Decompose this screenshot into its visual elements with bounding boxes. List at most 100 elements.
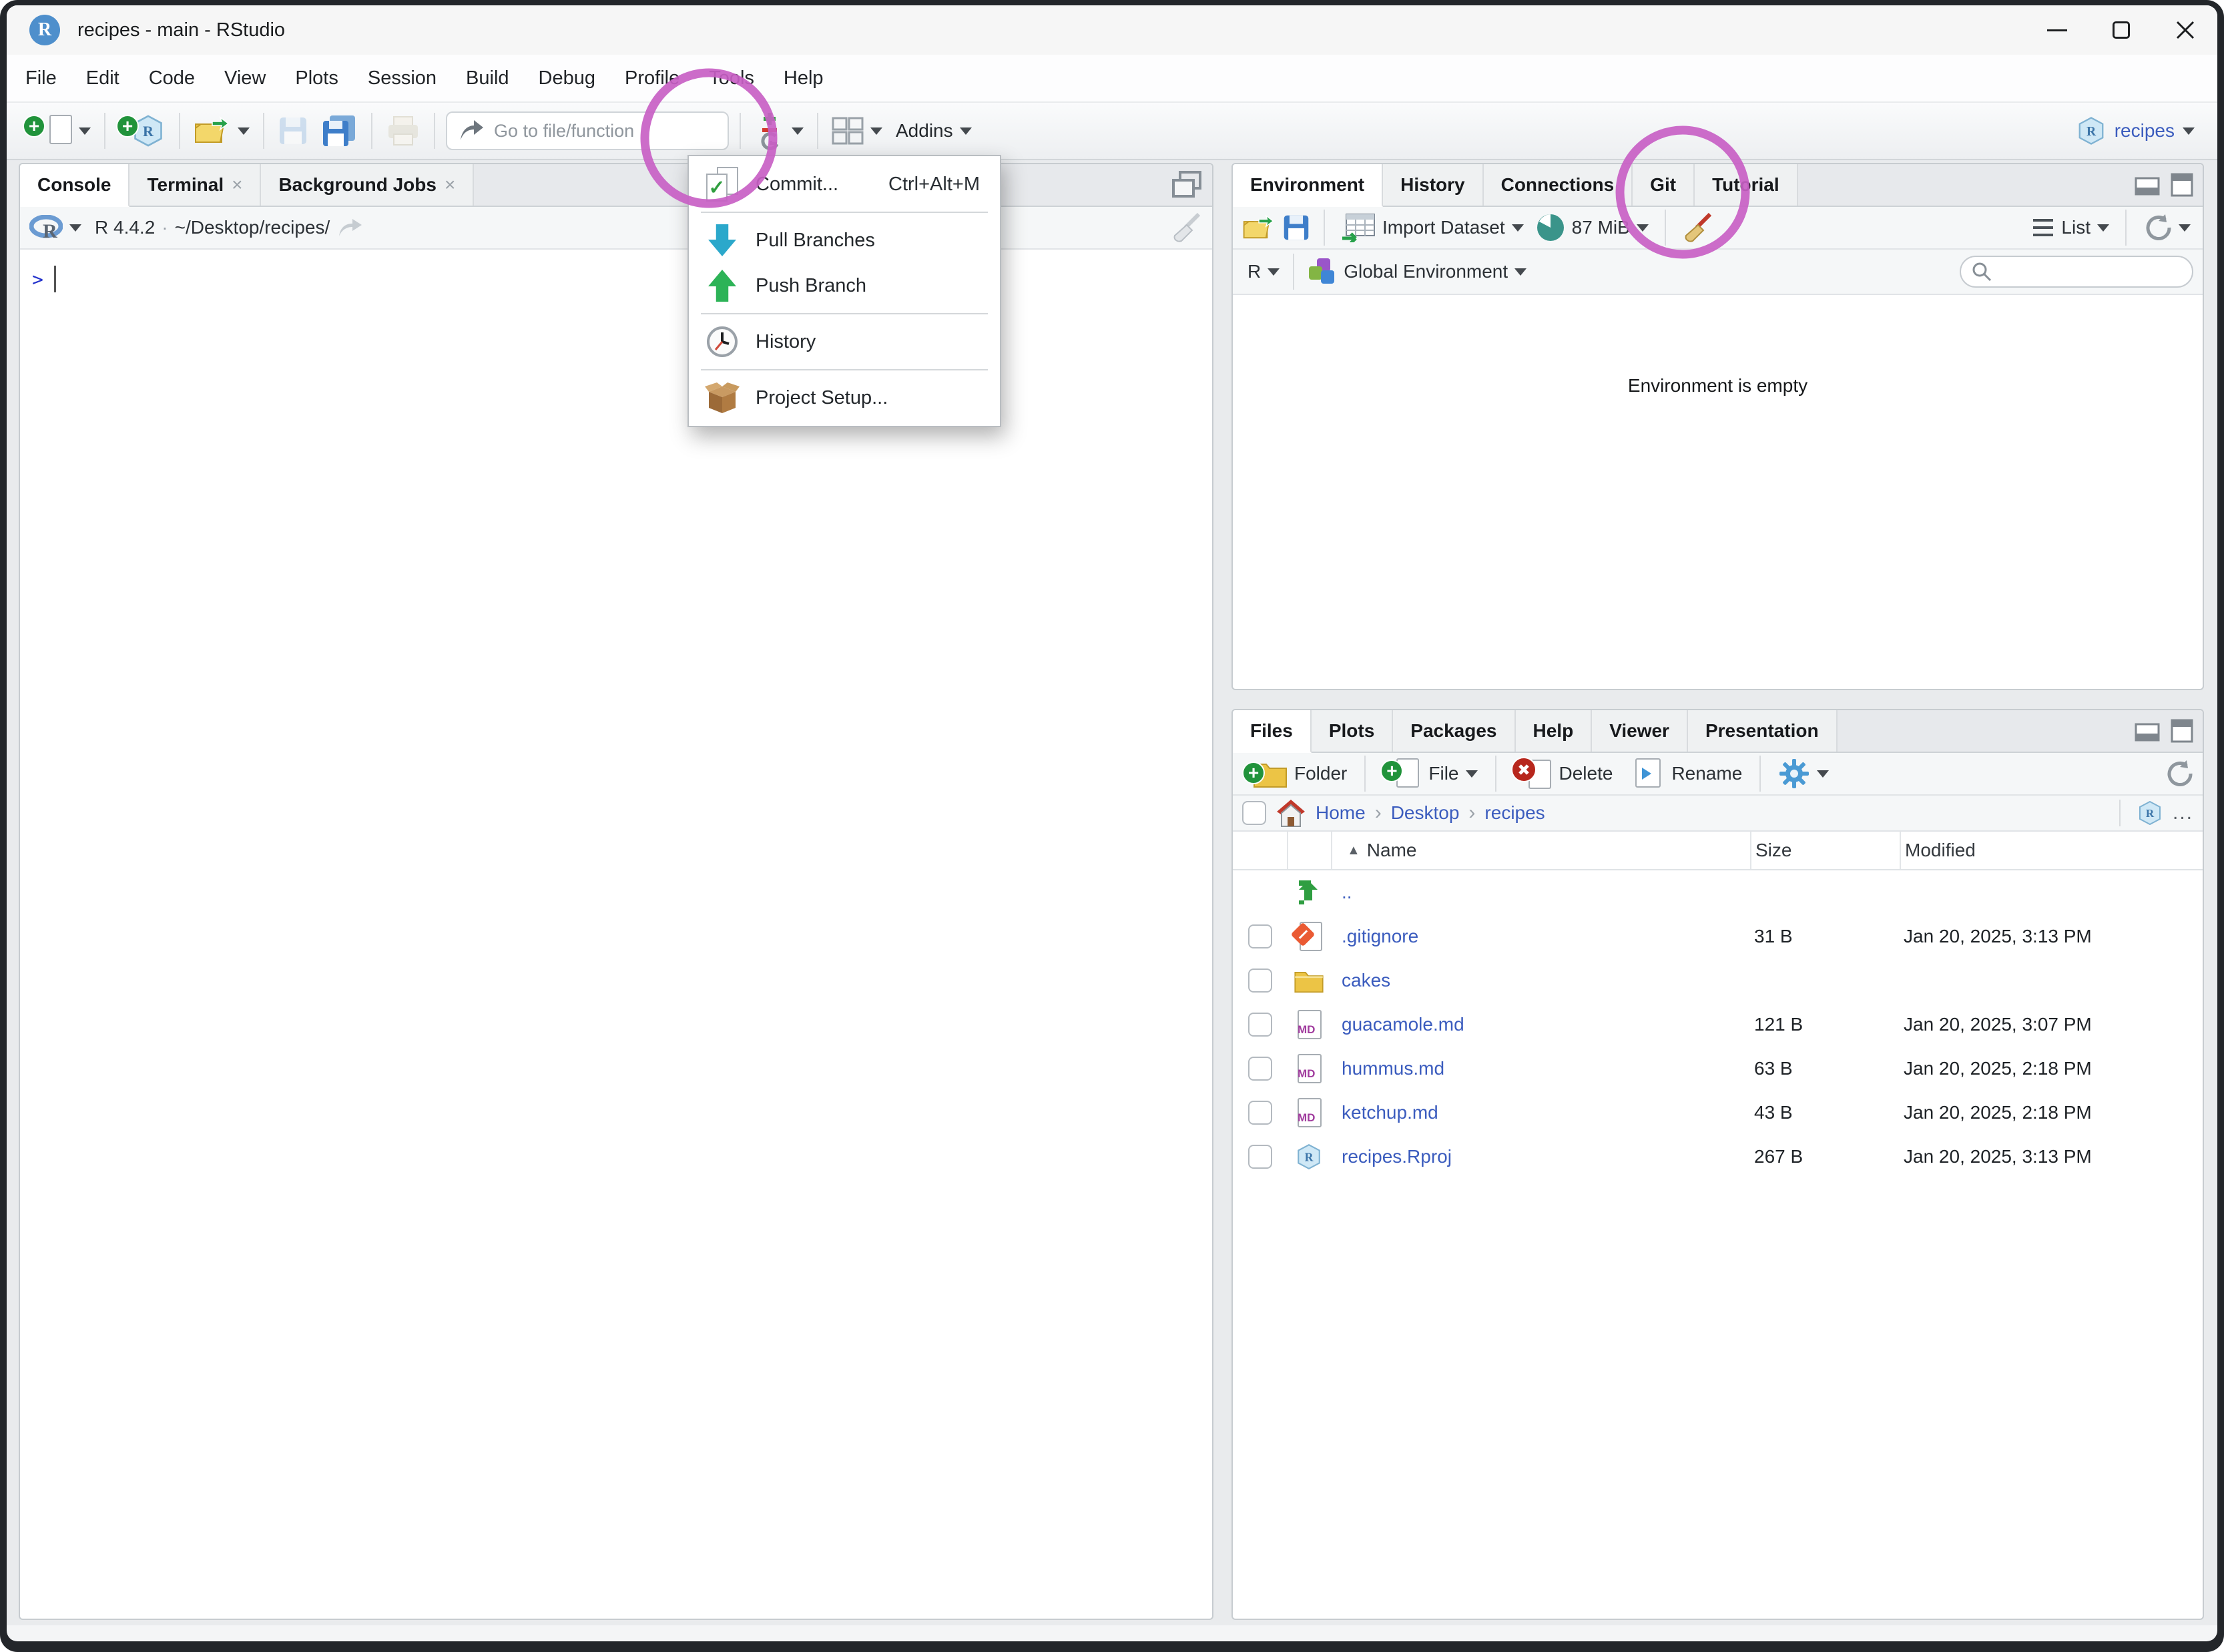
divider — [2119, 800, 2121, 826]
tab-plots[interactable]: Plots — [1312, 710, 1393, 752]
tab-files[interactable]: Files — [1233, 710, 1312, 753]
tab-git[interactable]: Git — [1633, 164, 1695, 206]
file-link[interactable]: .. — [1331, 882, 1352, 902]
menu-debug[interactable]: Debug — [524, 55, 610, 101]
menu-view[interactable]: View — [210, 55, 280, 101]
git-button[interactable] — [748, 108, 810, 154]
environment-search-box[interactable] — [1960, 256, 2193, 288]
console-body[interactable]: > — [20, 250, 1212, 308]
menu-plots[interactable]: Plots — [280, 55, 352, 101]
git-menu-history[interactable]: History — [689, 319, 1000, 364]
sort-asc-icon: ▲ — [1347, 843, 1360, 858]
restore-panes-icon[interactable] — [1172, 171, 1203, 199]
file-link[interactable]: cakes — [1331, 970, 1390, 991]
menu-profile[interactable]: Profile — [610, 55, 694, 101]
git-menu-push-branch[interactable]: Push Branch — [689, 263, 1000, 308]
breadcrumb-desktop[interactable]: Desktop — [1391, 802, 1460, 824]
divider — [179, 113, 180, 149]
menu-session[interactable]: Session — [353, 55, 451, 101]
tab-packages[interactable]: Packages — [1393, 710, 1515, 752]
save-button[interactable] — [271, 108, 315, 154]
menu-tools[interactable]: Tools — [694, 55, 769, 101]
tab-viewer[interactable]: Viewer — [1592, 710, 1688, 752]
column-header-name[interactable]: ▲Name — [1331, 832, 1750, 869]
column-header-modified[interactable]: Modified — [1900, 832, 2203, 869]
menu-build[interactable]: Build — [451, 55, 524, 101]
open-directory-icon[interactable] — [336, 216, 364, 239]
tab-help[interactable]: Help — [1516, 710, 1593, 752]
project-directory-icon[interactable]: R — [2137, 800, 2163, 826]
load-workspace-icon[interactable] — [1242, 213, 1276, 242]
new-file-blank-button[interactable]: + File — [1379, 751, 1481, 796]
menu-file[interactable]: File — [11, 55, 71, 101]
tab-console[interactable]: Console — [20, 164, 129, 207]
workspace-panes-button[interactable] — [825, 108, 889, 154]
new-file-button[interactable]: + — [19, 108, 97, 154]
row-checkbox[interactable] — [1248, 1057, 1272, 1081]
menu-help[interactable]: Help — [769, 55, 838, 101]
save-all-button[interactable] — [315, 108, 364, 154]
tab-terminal[interactable]: Terminal× — [129, 164, 261, 206]
rename-file-button[interactable]: Rename — [1623, 751, 1746, 796]
row-checkbox[interactable] — [1248, 1101, 1272, 1125]
git-menu-commit[interactable]: ✓ Commit... Ctrl+Alt+M — [689, 162, 1000, 207]
scope-caret-icon[interactable] — [1514, 268, 1526, 276]
tab-connections[interactable]: Connections — [1484, 164, 1633, 206]
file-link[interactable]: recipes.Rproj — [1331, 1146, 1452, 1167]
breadcrumb-home[interactable]: Home — [1316, 802, 1366, 824]
breadcrumb-recipes[interactable]: recipes — [1484, 802, 1545, 824]
git-menu-project-setup[interactable]: Project Setup... — [689, 375, 1000, 421]
file-link[interactable]: hummus.md — [1331, 1058, 1444, 1079]
more-file-commands-button[interactable] — [1774, 751, 1833, 796]
row-checkbox[interactable] — [1248, 1013, 1272, 1037]
more-columns-button[interactable]: ... — [2173, 802, 2193, 824]
tab-tutorial[interactable]: Tutorial — [1695, 164, 1798, 206]
column-header-size[interactable]: Size — [1750, 832, 1900, 869]
minimize-pane-icon[interactable] — [2135, 720, 2160, 742]
new-project-button[interactable]: R + — [112, 108, 172, 154]
clear-console-icon[interactable] — [1168, 212, 1203, 244]
close-button[interactable] — [2153, 5, 2217, 55]
language-caret-icon[interactable] — [1268, 268, 1280, 276]
home-icon[interactable] — [1276, 798, 1306, 828]
import-dataset-button[interactable]: Import Dataset — [1338, 205, 1526, 250]
minimize-pane-icon[interactable] — [2135, 174, 2160, 196]
menu-code[interactable]: Code — [134, 55, 210, 101]
row-checkbox[interactable] — [1248, 924, 1272, 948]
r-version-caret-icon[interactable] — [69, 224, 81, 232]
maximize-pane-icon[interactable] — [2171, 173, 2193, 197]
goto-file-function-input[interactable] — [494, 121, 694, 142]
tab-history[interactable]: History — [1383, 164, 1483, 206]
git-menu-pull-branches[interactable]: Pull Branches — [689, 218, 1000, 263]
file-link[interactable]: .gitignore — [1331, 926, 1418, 946]
clear-environment-icon[interactable] — [1679, 212, 1714, 244]
row-checkbox[interactable] — [1248, 1145, 1272, 1169]
file-link[interactable]: guacamole.md — [1331, 1014, 1464, 1035]
delete-file-button[interactable]: Delete — [1510, 751, 1617, 796]
memory-usage-button[interactable]: 87 MiB — [1533, 205, 1651, 250]
open-file-button[interactable] — [187, 108, 256, 154]
close-tab-icon[interactable]: × — [232, 174, 242, 196]
minimize-button[interactable] — [2025, 5, 2089, 55]
commit-shortcut: Ctrl+Alt+M — [888, 174, 980, 196]
refresh-files-icon[interactable] — [2164, 759, 2193, 788]
menu-edit[interactable]: Edit — [71, 55, 134, 101]
maximize-button[interactable] — [2089, 5, 2153, 55]
addins-button[interactable]: Addins — [889, 108, 979, 154]
project-chooser[interactable]: R recipes — [2076, 115, 2205, 146]
close-tab-icon[interactable]: × — [445, 174, 455, 196]
print-button[interactable] — [379, 108, 427, 154]
environment-search-input[interactable] — [1998, 262, 2172, 282]
new-folder-button[interactable]: + Folder — [1242, 751, 1351, 796]
file-link[interactable]: ketchup.md — [1331, 1102, 1438, 1123]
tab-environment[interactable]: Environment — [1233, 164, 1383, 207]
list-view-button[interactable]: List — [2029, 205, 2112, 250]
tab-background-jobs[interactable]: Background Jobs× — [261, 164, 474, 206]
goto-file-function-box[interactable] — [446, 111, 729, 150]
tab-presentation[interactable]: Presentation — [1688, 710, 1838, 752]
select-all-checkbox[interactable] — [1242, 801, 1266, 825]
save-workspace-icon[interactable] — [1282, 214, 1310, 242]
refresh-environment-button[interactable] — [2140, 205, 2193, 250]
maximize-pane-icon[interactable] — [2171, 719, 2193, 743]
row-checkbox[interactable] — [1248, 969, 1272, 993]
